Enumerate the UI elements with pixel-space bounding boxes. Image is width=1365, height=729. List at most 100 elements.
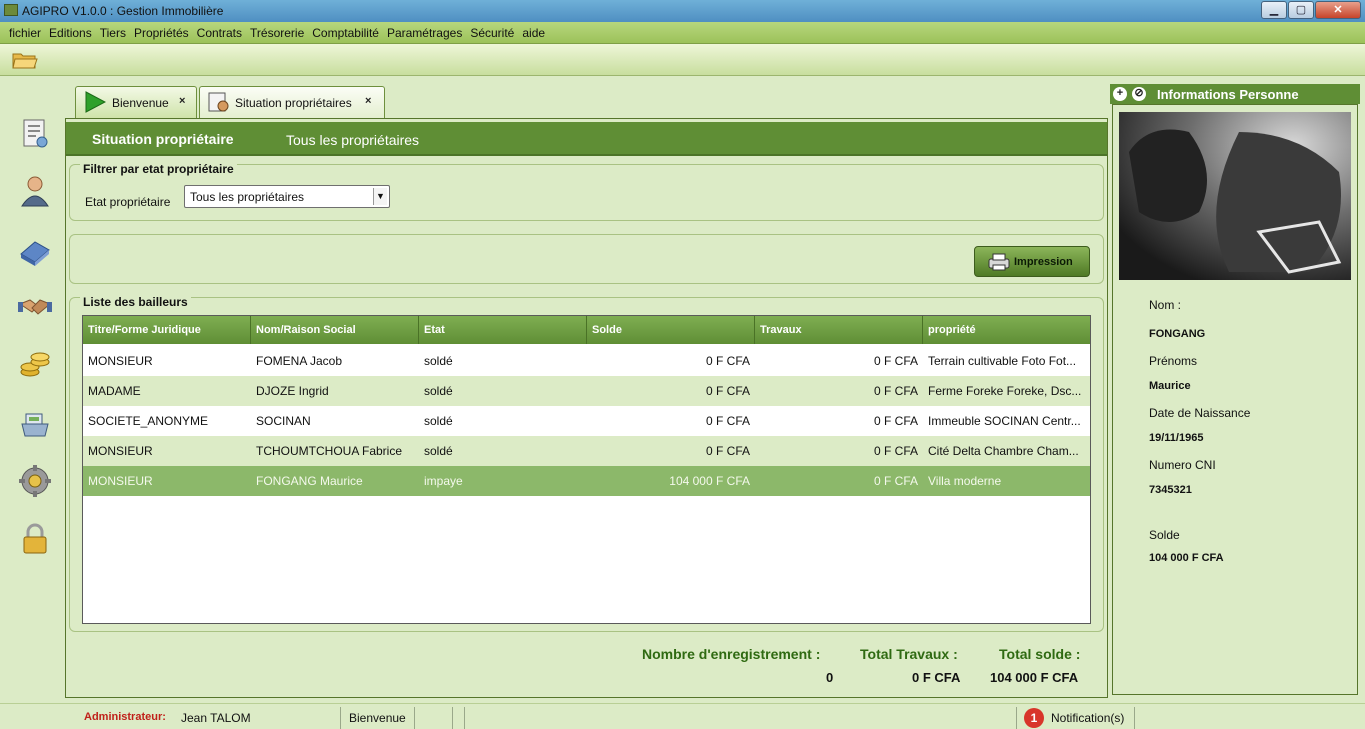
contract-icon[interactable] bbox=[18, 116, 52, 150]
menu-aide[interactable]: aide bbox=[518, 22, 549, 44]
table-header: Titre/Forme Juridique Nom/Raison Social … bbox=[83, 316, 1090, 344]
cell-titre: SOCIETE_ANONYME bbox=[88, 414, 209, 428]
col-propriete[interactable]: propriété bbox=[923, 316, 1090, 344]
notification-badge[interactable]: 1 bbox=[1024, 708, 1044, 728]
total-travaux-value: 0 F CFA bbox=[912, 670, 961, 685]
close-panel-icon[interactable]: ⊘ bbox=[1132, 87, 1146, 101]
prenoms-label: Prénoms bbox=[1149, 354, 1198, 368]
bailleurs-legend: Liste des bailleurs bbox=[80, 295, 191, 309]
cell-nom: SOCINAN bbox=[256, 414, 311, 428]
total-travaux-label: Total Travaux : bbox=[860, 646, 958, 662]
cell-solde: 0 F CFA bbox=[705, 414, 750, 428]
prenoms-value: Maurice bbox=[1149, 380, 1191, 392]
cell-propriete: Immeuble SOCINAN Centr... bbox=[928, 414, 1081, 428]
menu-securite[interactable]: Sécurité bbox=[466, 22, 518, 44]
cell-etat: impaye bbox=[424, 474, 463, 488]
current-view: Bienvenue bbox=[349, 711, 406, 725]
table-row[interactable]: MONSIEUR TCHOUMTCHOUA Fabrice soldé 0 F … bbox=[83, 436, 1090, 466]
menu-comptabilite[interactable]: Comptabilité bbox=[308, 22, 383, 44]
cell-propriete: Ferme Foreke Foreke, Dsc... bbox=[928, 384, 1082, 398]
tab-bienvenue-close-icon[interactable]: × bbox=[179, 95, 185, 107]
table-row[interactable]: MONSIEUR FOMENA Jacob soldé 0 F CFA 0 F … bbox=[83, 346, 1090, 376]
menu-tiers[interactable]: Tiers bbox=[96, 22, 130, 44]
cell-solde: 0 F CFA bbox=[705, 444, 750, 458]
impression-button[interactable]: Impression bbox=[974, 246, 1090, 277]
status-divider bbox=[414, 707, 415, 729]
role-label: Administrateur: bbox=[84, 711, 166, 723]
col-nom[interactable]: Nom/Raison Social bbox=[251, 316, 419, 344]
expand-icon[interactable]: + bbox=[1113, 87, 1127, 101]
menu-editions[interactable]: Editions bbox=[45, 22, 96, 44]
maximize-button[interactable]: ▢ bbox=[1288, 1, 1314, 19]
status-divider bbox=[1016, 707, 1017, 729]
table-row[interactable]: MADAME DJOZE Ingrid soldé 0 F CFA 0 F CF… bbox=[83, 376, 1090, 406]
cell-nom: TCHOUMTCHOUA Fabrice bbox=[256, 444, 403, 458]
printer-icon bbox=[988, 253, 1010, 271]
table-row[interactable]: SOCIETE_ANONYME SOCINAN soldé 0 F CFA 0 … bbox=[83, 406, 1090, 436]
nom-value: FONGANG bbox=[1149, 328, 1206, 340]
cell-solde: 0 F CFA bbox=[705, 354, 750, 368]
cni-value: 7345321 bbox=[1149, 484, 1192, 496]
cell-travaux: 0 F CFA bbox=[873, 414, 918, 428]
minimize-button[interactable]: ▁ bbox=[1261, 1, 1287, 19]
cell-travaux: 0 F CFA bbox=[873, 354, 918, 368]
solde-label: Solde bbox=[1149, 528, 1180, 542]
total-solde-label: Total solde : bbox=[999, 646, 1081, 662]
app-logo-icon bbox=[4, 4, 18, 16]
subtab-bar: Situation propriétaire Tous les propriét… bbox=[66, 122, 1107, 156]
coins-icon[interactable] bbox=[18, 348, 52, 382]
subtab-tous-proprietaires[interactable]: Tous les propriétaires bbox=[286, 132, 419, 148]
cell-propriete: Villa moderne bbox=[928, 474, 1002, 488]
tab-situation-close-icon[interactable]: × bbox=[365, 95, 371, 107]
col-titre[interactable]: Titre/Forme Juridique bbox=[83, 316, 251, 344]
notification-label[interactable]: Notification(s) bbox=[1051, 711, 1124, 725]
etat-proprietaire-select[interactable]: Tous les propriétaires ▼ bbox=[184, 185, 390, 208]
status-bar: Administrateur: Jean TALOM Bienvenue 1 N… bbox=[0, 703, 1365, 729]
cni-label: Numero CNI bbox=[1149, 458, 1216, 472]
menu-proprietes[interactable]: Propriétés bbox=[130, 22, 193, 44]
menu-fichier[interactable]: fichier bbox=[0, 22, 45, 44]
cell-propriete: Cité Delta Chambre Cham... bbox=[928, 444, 1079, 458]
play-icon bbox=[85, 91, 106, 113]
menu-parametrages[interactable]: Paramétrages bbox=[383, 22, 466, 44]
subtab-situation-proprietaire[interactable]: Situation propriétaire bbox=[92, 131, 234, 147]
cell-travaux: 0 F CFA bbox=[873, 384, 918, 398]
col-etat[interactable]: Etat bbox=[419, 316, 587, 344]
cell-etat: soldé bbox=[424, 384, 453, 398]
tab-situation-label: Situation propriétaires bbox=[235, 96, 352, 110]
menu-tresorerie[interactable]: Trésorerie bbox=[246, 22, 308, 44]
chevron-down-icon[interactable]: ▼ bbox=[373, 188, 387, 205]
print-group bbox=[69, 234, 1104, 284]
table-row-selected[interactable]: MONSIEUR FONGANG Maurice impaye 104 000 … bbox=[83, 466, 1090, 496]
etat-label: Etat propriétaire bbox=[85, 195, 171, 209]
cell-titre: MONSIEUR bbox=[88, 474, 153, 488]
tab-situation-proprietaires[interactable]: Situation propriétaires × bbox=[199, 86, 385, 118]
impression-label: Impression bbox=[1014, 256, 1073, 268]
col-travaux[interactable]: Travaux bbox=[755, 316, 923, 344]
naissance-value: 19/11/1965 bbox=[1149, 432, 1204, 444]
menu-contrats[interactable]: Contrats bbox=[193, 22, 246, 44]
cell-titre: MONSIEUR bbox=[88, 444, 153, 458]
cash-register-icon[interactable] bbox=[18, 406, 52, 440]
nom-label: Nom : bbox=[1149, 298, 1182, 312]
building-icon[interactable] bbox=[18, 232, 52, 266]
cell-titre: MONSIEUR bbox=[88, 354, 153, 368]
col-solde[interactable]: Solde bbox=[587, 316, 755, 344]
folder-open-icon[interactable] bbox=[12, 50, 38, 70]
close-window-button[interactable]: ✕ bbox=[1315, 1, 1361, 19]
cell-etat: soldé bbox=[424, 444, 453, 458]
gear-icon[interactable] bbox=[18, 464, 52, 498]
cell-nom: FONGANG Maurice bbox=[256, 474, 363, 488]
toolbar bbox=[0, 44, 1365, 76]
owner-report-icon bbox=[208, 92, 229, 112]
bailleurs-table: Titre/Forme Juridique Nom/Raison Social … bbox=[82, 315, 1091, 624]
user-icon[interactable] bbox=[18, 174, 52, 208]
cell-solde: 0 F CFA bbox=[705, 384, 750, 398]
person-panel-header: + ⊘ Informations Personne bbox=[1110, 84, 1360, 104]
padlock-icon[interactable] bbox=[18, 522, 52, 556]
solde-value: 104 000 F CFA bbox=[1149, 552, 1224, 564]
cell-travaux: 0 F CFA bbox=[873, 474, 918, 488]
title-bar: AGIPRO V1.0.0 : Gestion Immobilière ▁ ▢ … bbox=[0, 0, 1365, 22]
tab-bienvenue[interactable]: Bienvenue × bbox=[75, 86, 197, 118]
handshake-icon[interactable] bbox=[18, 290, 52, 324]
